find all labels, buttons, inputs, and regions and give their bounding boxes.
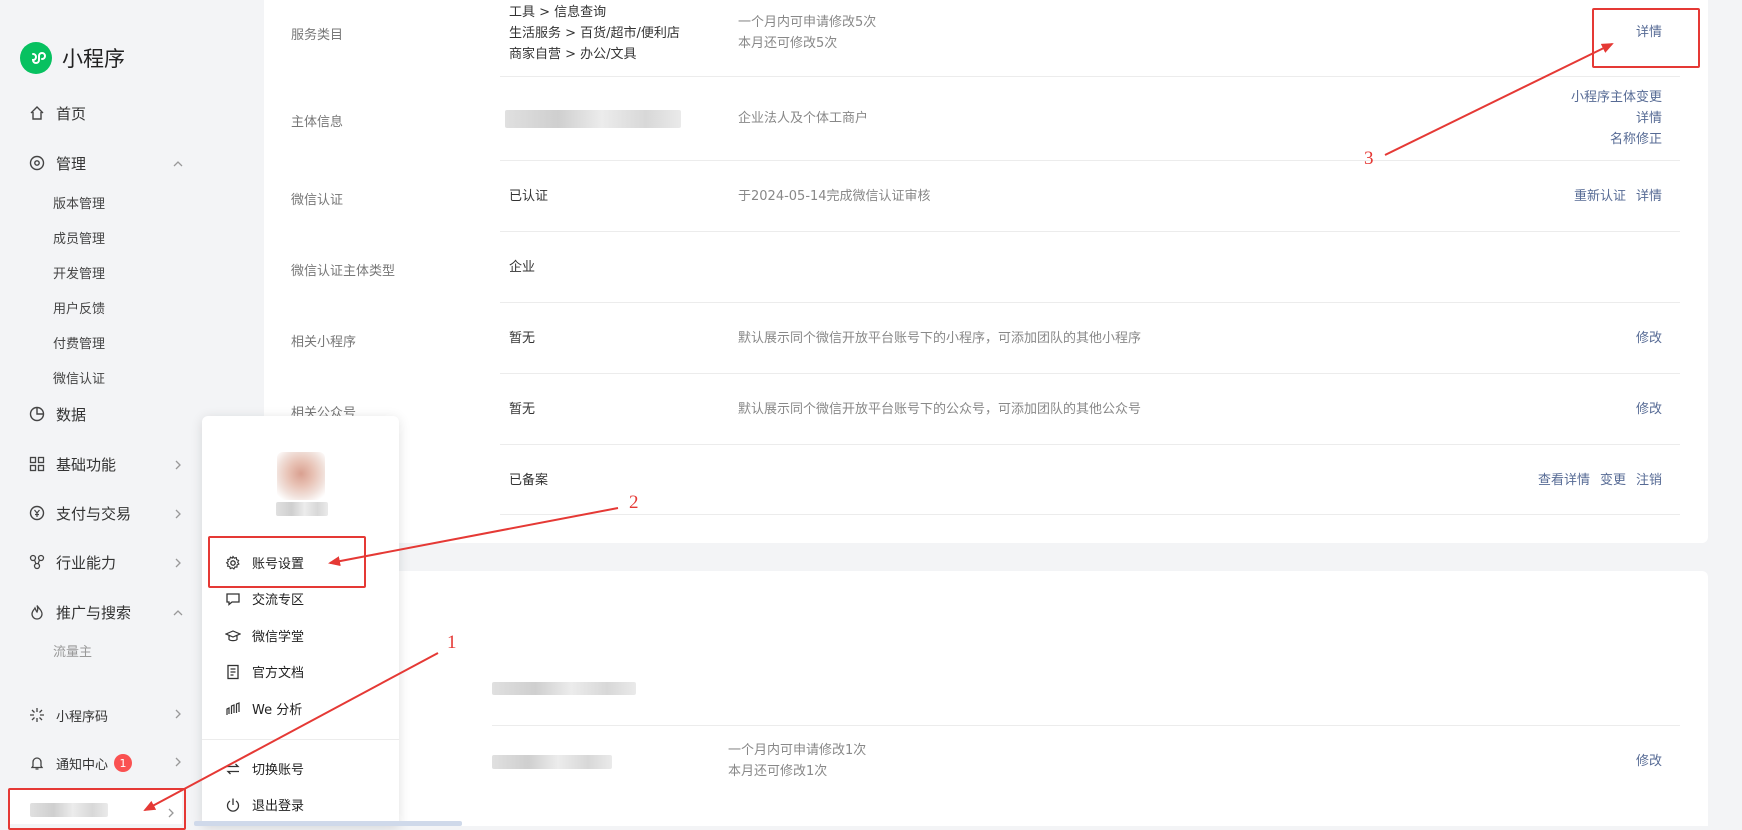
annotation-arrow-1 — [143, 652, 439, 811]
annotation-number-3: 3 — [1364, 148, 1374, 169]
annotation-arrow-2 — [328, 507, 619, 567]
annotation-number-2: 2 — [629, 492, 639, 513]
annotation-arrow-3 — [1384, 43, 1614, 156]
annotation-number-1: 1 — [447, 632, 457, 653]
annotation-arrows — [143, 43, 1614, 811]
